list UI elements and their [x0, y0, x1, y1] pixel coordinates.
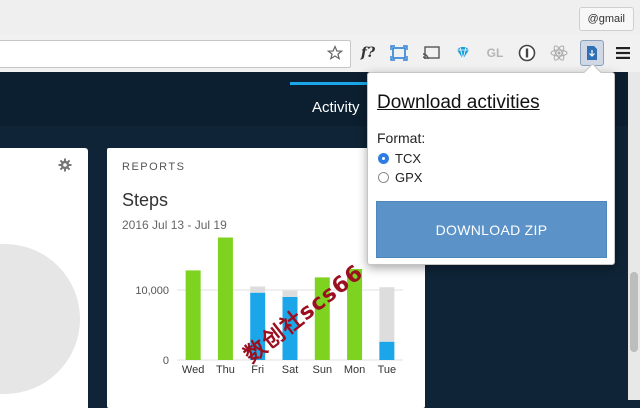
bar-wed	[185, 270, 201, 360]
chart-title: Steps	[122, 190, 169, 210]
date-range: 2016 Jul 13 - Jul 19	[122, 218, 227, 232]
download-popup: Download activities Format: TCX GPX DOWN…	[367, 63, 615, 265]
bar-thu	[217, 237, 233, 360]
scrollbar-thumb[interactable]	[630, 272, 638, 352]
cast-icon[interactable]	[420, 42, 442, 64]
x-tick-label: Tue	[378, 364, 397, 376]
gpx-radio[interactable]	[378, 171, 389, 183]
tcx-radio[interactable]	[378, 152, 389, 164]
browser-toolbar: f? GL	[0, 34, 640, 73]
popup-title[interactable]: Download activities	[377, 92, 540, 114]
reports-label: REPORTS	[122, 161, 186, 173]
page-scrollbar[interactable]	[628, 72, 640, 400]
x-tick-label: Mon	[344, 364, 365, 376]
download-zip-button[interactable]: DOWNLOAD ZIP	[376, 201, 607, 258]
bar-tue	[379, 341, 395, 360]
format-option-tcx[interactable]: TCX	[378, 150, 421, 166]
diamond-extension-icon[interactable]	[452, 42, 474, 64]
x-tick-label: Sun	[312, 364, 332, 376]
gear-icon[interactable]	[58, 158, 72, 177]
x-tick-label: Sat	[282, 364, 299, 376]
bar-goal-remainder	[379, 287, 395, 342]
format-option-gpx[interactable]: GPX	[378, 169, 422, 185]
x-tick-label: Wed	[182, 364, 204, 376]
password-manager-icon[interactable]	[516, 42, 538, 64]
account-chip[interactable]: @gmail	[578, 7, 634, 31]
react-devtools-icon[interactable]	[548, 42, 570, 64]
screenshot-frame-icon[interactable]	[388, 42, 410, 64]
bookmark-star-icon[interactable]	[324, 42, 346, 64]
format-label: Format:	[377, 130, 426, 146]
address-bar[interactable]	[0, 40, 351, 68]
tcx-label: TCX	[395, 150, 421, 166]
progress-ring	[0, 244, 80, 394]
browser-top-strip: @gmail	[0, 0, 640, 34]
browser-menu-icon[interactable]	[612, 42, 634, 64]
gpx-label: GPX	[395, 169, 423, 185]
bar-goal-remainder	[250, 286, 266, 293]
extension-f-icon[interactable]: f?	[357, 42, 379, 64]
gl-extension-icon[interactable]: GL	[484, 42, 506, 64]
x-tick-label: Thu	[216, 364, 235, 376]
y-tick-label: 0	[163, 355, 169, 367]
y-tick-label: 10,000	[135, 285, 169, 297]
left-summary-card	[0, 148, 88, 408]
